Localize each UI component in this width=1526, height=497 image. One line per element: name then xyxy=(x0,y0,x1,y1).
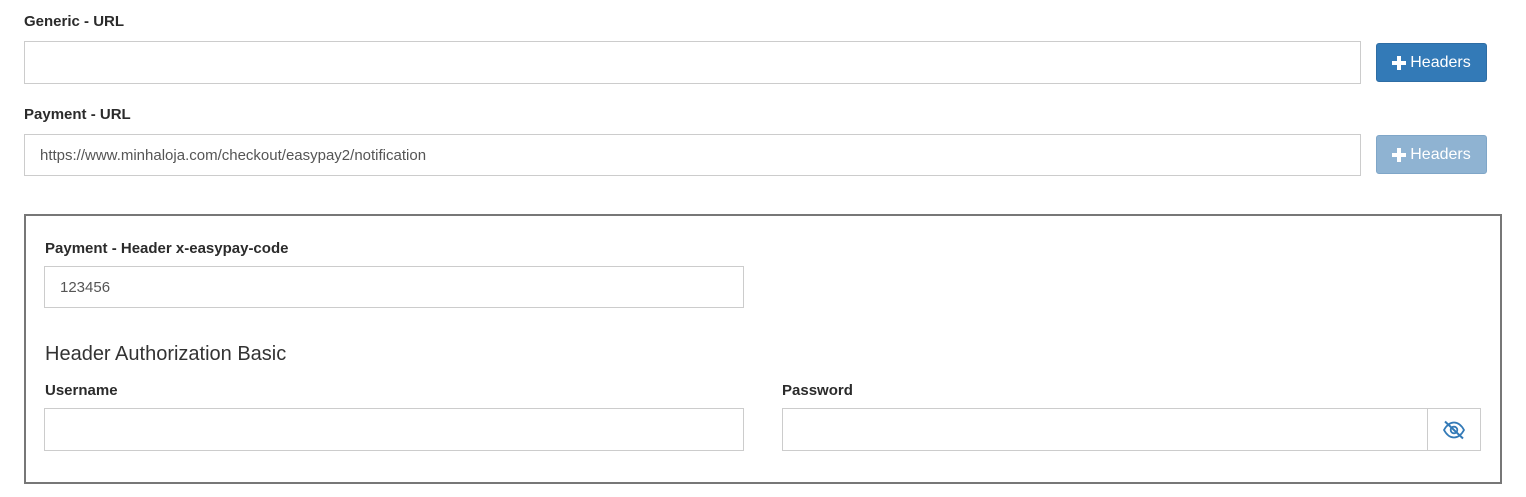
payment-headers-button[interactable]: Headers xyxy=(1376,135,1487,174)
payment-headers-panel: Payment - Header x-easypay-code Header A… xyxy=(24,214,1502,484)
plus-icon xyxy=(1392,147,1407,162)
code-header-input[interactable] xyxy=(44,266,744,308)
password-input[interactable] xyxy=(782,408,1428,451)
username-input[interactable] xyxy=(44,408,744,451)
generic-url-input[interactable] xyxy=(24,41,1361,84)
generic-headers-button[interactable]: Headers xyxy=(1376,43,1487,82)
generic-headers-button-label: Headers xyxy=(1410,53,1471,71)
plus-icon xyxy=(1392,55,1407,70)
eye-slash-icon xyxy=(1442,420,1466,439)
password-visibility-toggle[interactable] xyxy=(1427,408,1481,451)
payment-url-input[interactable] xyxy=(24,134,1361,176)
generic-url-label: Generic - URL xyxy=(24,13,125,30)
auth-section-title: Header Authorization Basic xyxy=(45,343,287,365)
username-label: Username xyxy=(45,382,118,399)
payment-headers-button-label: Headers xyxy=(1410,145,1471,163)
password-label: Password xyxy=(782,382,853,399)
code-header-label: Payment - Header x-easypay-code xyxy=(45,240,289,257)
payment-url-label: Payment - URL xyxy=(24,106,131,123)
